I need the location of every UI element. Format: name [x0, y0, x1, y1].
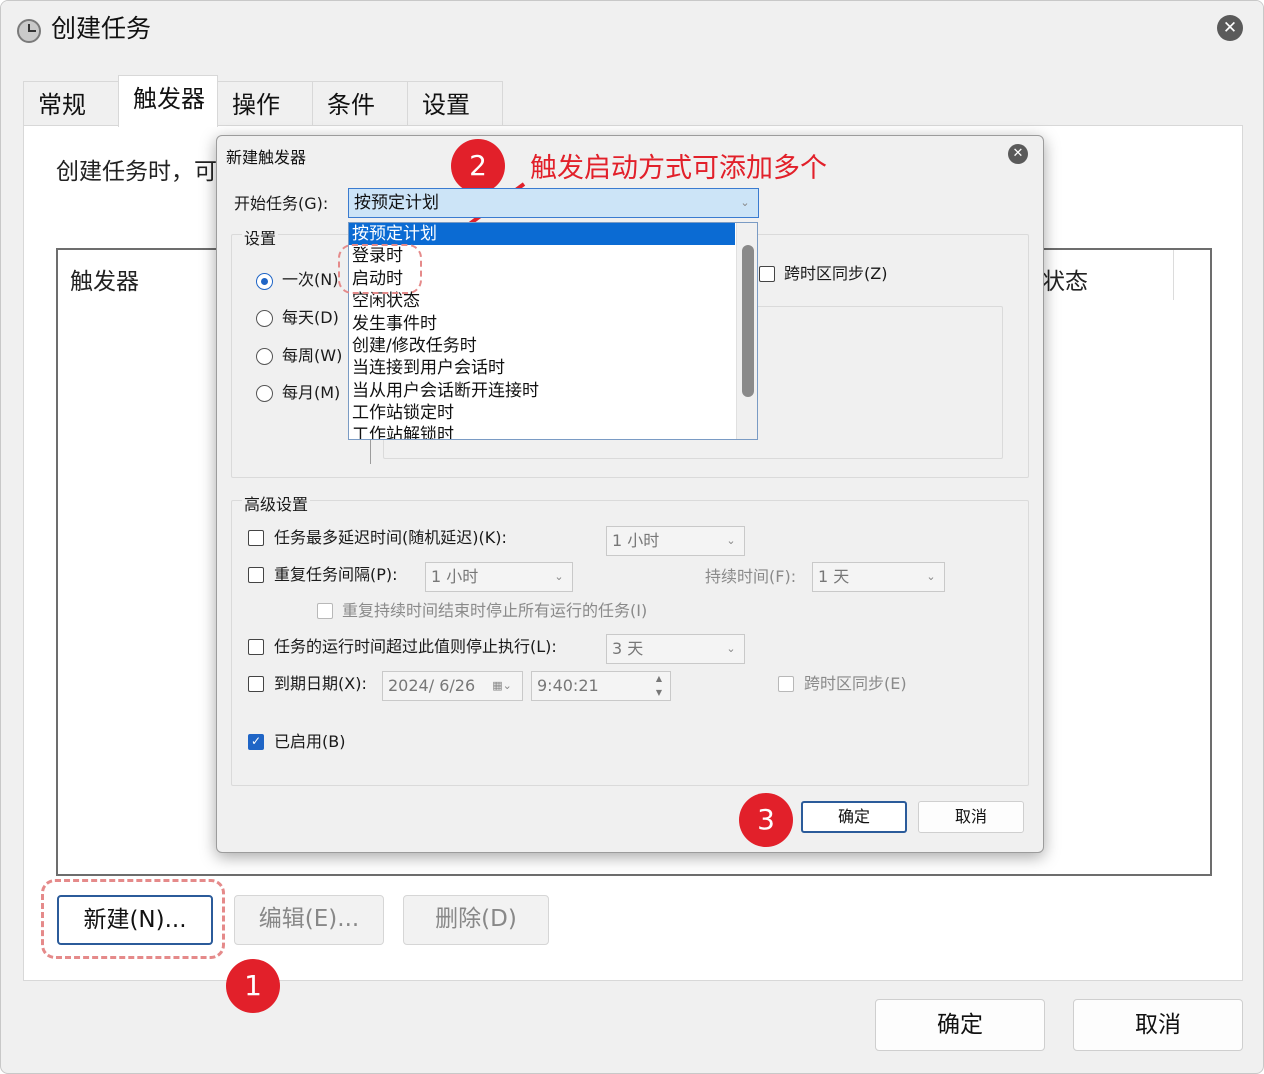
dialog-title: 新建触发器 — [226, 148, 307, 167]
stop-if-runs-value: 3 天 — [612, 639, 644, 658]
highlight-options — [338, 244, 422, 294]
radio-monthly-label: 每月(M) — [282, 383, 341, 402]
delete-trigger-button[interactable]: 删除(D) — [403, 895, 549, 945]
advanced-group-label: 高级设置 — [242, 491, 311, 515]
calendar-icon: ▦⌄ — [492, 679, 512, 692]
dialog-close-icon[interactable]: ✕ — [1008, 144, 1028, 164]
delay-value: 1 小时 — [612, 531, 660, 550]
expire-date-picker[interactable]: 2024/ 6/26 ▦⌄ — [382, 671, 523, 701]
column-header-status[interactable]: 状态 — [1042, 262, 1088, 296]
clock-icon — [17, 19, 41, 43]
radio-monthly[interactable] — [256, 385, 273, 402]
annotation-note: 触发启动方式可添加多个 — [530, 153, 827, 184]
title-bar: 创建任务 ✕ — [1, 1, 1263, 57]
expire-date-value: 2024/ 6/26 — [388, 676, 476, 695]
dropdown-option[interactable]: 发生事件时 — [352, 313, 437, 335]
tab-settings[interactable]: 设置 — [407, 81, 503, 127]
dropdown-option[interactable]: 按预定计划 — [349, 223, 735, 245]
chevron-down-icon: ⌄ — [726, 642, 736, 655]
expire-sync-checkbox[interactable] — [778, 676, 794, 692]
spinner-icon[interactable]: ▲ ▼ — [651, 672, 667, 700]
chevron-down-icon: ⌄ — [926, 570, 936, 583]
dropdown-scrollbar[interactable] — [736, 223, 757, 439]
stop-repeat-label: 重复持续时间结束时停止所有运行的任务(I) — [342, 601, 648, 620]
dropdown-option[interactable]: 当连接到用户会话时 — [352, 357, 505, 379]
start-task-value: 按预定计划 — [354, 193, 439, 213]
column-divider — [1173, 250, 1174, 300]
dialog-cancel-button[interactable]: 取消 — [918, 801, 1024, 833]
new-trigger-button[interactable]: 新建(N)... — [57, 895, 213, 945]
ok-button[interactable]: 确定 — [875, 999, 1045, 1051]
step-badge-3: 3 — [739, 793, 793, 847]
enabled-label: 已启用(B) — [274, 732, 346, 751]
radio-once-label: 一次(N) — [282, 270, 339, 289]
sync-timezone-label: 跨时区同步(Z) — [784, 264, 888, 283]
radio-daily-label: 每天(D) — [282, 308, 339, 327]
radio-weekly[interactable] — [256, 348, 273, 365]
dropdown-option[interactable]: 工作站锁定时 — [352, 402, 454, 424]
step-badge-1: 1 — [226, 959, 280, 1013]
radio-daily[interactable] — [256, 310, 273, 327]
radio-weekly-label: 每周(W) — [282, 346, 343, 365]
settings-group-label: 设置 — [242, 225, 279, 249]
dropdown-option[interactable]: 创建/修改任务时 — [352, 335, 477, 357]
stop-if-runs-combo[interactable]: 3 天 ⌄ — [606, 634, 745, 664]
repeat-label: 重复任务间隔(P): — [274, 565, 398, 584]
expire-sync-label: 跨时区同步(E) — [804, 674, 907, 693]
delay-checkbox[interactable] — [248, 530, 264, 546]
stop-repeat-checkbox[interactable] — [317, 603, 333, 619]
repeat-value: 1 小时 — [431, 567, 479, 586]
radio-once[interactable] — [256, 273, 273, 290]
close-icon[interactable]: ✕ — [1217, 15, 1243, 41]
duration-value: 1 天 — [818, 567, 850, 586]
sync-timezone-checkbox[interactable] — [759, 266, 775, 282]
tab-conditions[interactable]: 条件 — [312, 81, 408, 127]
chevron-down-icon: ⌄ — [726, 534, 736, 547]
duration-label: 持续时间(F): — [705, 567, 797, 586]
tab-general[interactable]: 常规 — [23, 81, 119, 127]
tab-actions[interactable]: 操作 — [217, 81, 313, 127]
chevron-down-icon: ⌄ — [740, 196, 750, 209]
column-header-trigger[interactable]: 触发器 — [70, 262, 139, 296]
dialog-ok-button[interactable]: 确定 — [801, 801, 907, 833]
window-title: 创建任务 — [51, 14, 152, 43]
cancel-button[interactable]: 取消 — [1073, 999, 1243, 1051]
tab-triggers[interactable]: 触发器 — [118, 75, 218, 127]
enabled-checkbox[interactable]: ✓ — [248, 734, 264, 750]
dropdown-option[interactable]: 工作站解锁时 — [352, 424, 454, 439]
dropdown-option[interactable]: 当从用户会话断开连接时 — [352, 380, 539, 402]
start-task-label: 开始任务(G): — [234, 194, 329, 213]
expire-time-field[interactable]: 9:40:21 ▲ ▼ — [531, 671, 671, 701]
stop-if-runs-checkbox[interactable] — [248, 639, 264, 655]
expire-checkbox[interactable] — [248, 676, 264, 692]
edit-trigger-button[interactable]: 编辑(E)... — [234, 895, 384, 945]
stop-if-runs-label: 任务的运行时间超过此值则停止执行(L): — [274, 637, 557, 656]
expire-label: 到期日期(X): — [274, 674, 367, 693]
chevron-down-icon: ⌄ — [554, 570, 564, 583]
repeat-checkbox[interactable] — [248, 567, 264, 583]
scrollbar-thumb[interactable] — [742, 245, 754, 397]
start-task-combo[interactable]: 按预定计划 ⌄ — [348, 188, 759, 218]
panel-description: 创建任务时，可 — [56, 159, 217, 185]
duration-combo[interactable]: 1 天 ⌄ — [812, 562, 945, 592]
divider — [370, 436, 371, 464]
expire-time-value: 9:40:21 — [537, 676, 599, 695]
new-trigger-dialog: 新建触发器 ✕ 2 触发启动方式可添加多个 开始任务(G): 按预定计划 ⌄ 设… — [216, 135, 1044, 853]
repeat-combo[interactable]: 1 小时 ⌄ — [425, 562, 573, 592]
delay-combo[interactable]: 1 小时 ⌄ — [606, 526, 745, 556]
delay-label: 任务最多延迟时间(随机延迟)(K): — [274, 528, 507, 547]
